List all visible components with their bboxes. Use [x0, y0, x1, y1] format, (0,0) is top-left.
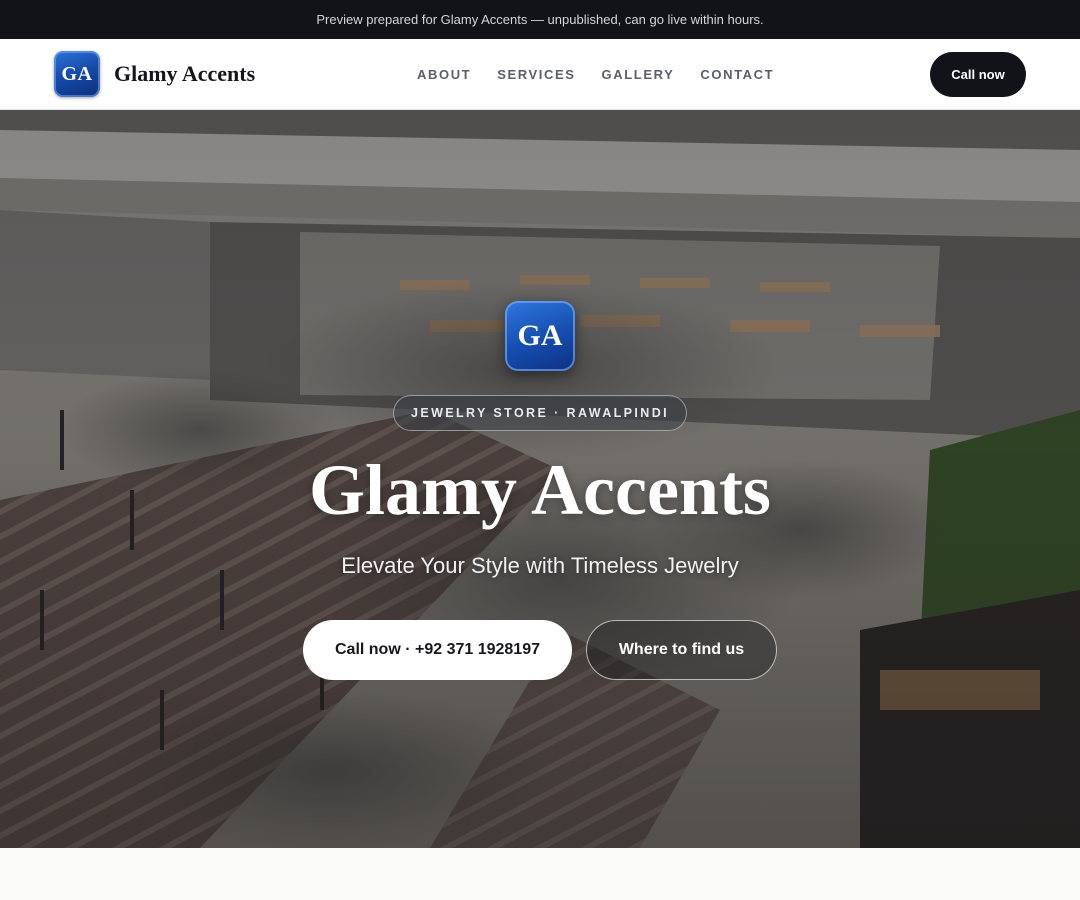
announcement-bar: Preview prepared for Glamy Accents — unp…: [0, 0, 1080, 39]
brand-home-link[interactable]: GA Glamy Accents: [54, 51, 255, 97]
hero-content: GA JEWELRY STORE · RAWALPINDI Glamy Acce…: [0, 110, 1080, 848]
hero-logo-icon: GA: [505, 301, 575, 371]
nav-about[interactable]: ABOUT: [417, 67, 471, 82]
hero-logo-initials: GA: [517, 319, 563, 352]
site-header: GA Glamy Accents ABOUT SERVICES GALLERY …: [0, 39, 1080, 110]
hero-eyebrow: JEWELRY STORE · RAWALPINDI: [393, 395, 687, 431]
brand-name: Glamy Accents: [114, 61, 256, 86]
hero-section: GA JEWELRY STORE · RAWALPINDI Glamy Acce…: [0, 110, 1080, 848]
nav-gallery[interactable]: GALLERY: [602, 67, 675, 82]
hero-call-button[interactable]: Call now · +92 371 1928197: [303, 620, 572, 680]
nav-contact[interactable]: CONTACT: [700, 67, 774, 82]
hero-title: Glamy Accents: [309, 450, 771, 530]
brand-logo-initials: GA: [61, 62, 93, 85]
brand-logo-icon: GA: [54, 51, 100, 97]
header-call-button[interactable]: Call now: [930, 52, 1026, 97]
announcement-text: Preview prepared for Glamy Accents — unp…: [316, 12, 764, 27]
main-nav: ABOUT SERVICES GALLERY CONTACT: [417, 39, 774, 109]
hero-subtitle: Elevate Your Style with Timeless Jewelry: [341, 553, 739, 578]
nav-services[interactable]: SERVICES: [497, 67, 575, 82]
hero-location-button[interactable]: Where to find us: [586, 620, 777, 680]
next-section: [0, 848, 1080, 900]
